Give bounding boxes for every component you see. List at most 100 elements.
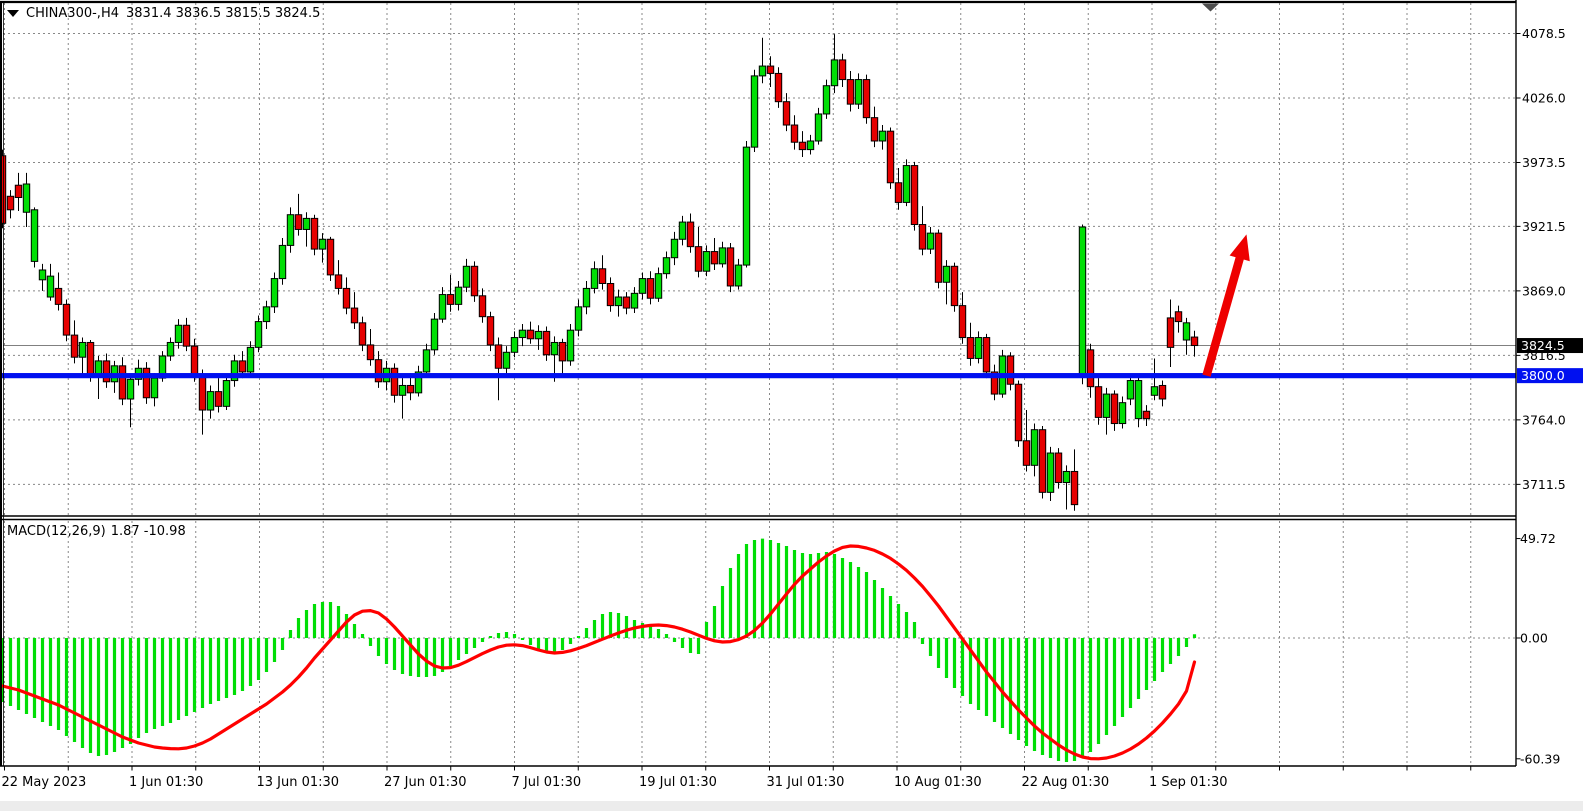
candle xyxy=(479,288,485,322)
candle xyxy=(279,238,285,285)
candle xyxy=(319,233,325,262)
candle xyxy=(855,73,861,109)
candle xyxy=(823,80,829,119)
candle xyxy=(687,213,693,252)
candle xyxy=(375,351,381,388)
candle xyxy=(607,277,613,311)
candle xyxy=(703,245,709,276)
price-axis-label: 4026.0 xyxy=(1522,90,1566,105)
macd-signal-line xyxy=(3,546,1195,759)
candle xyxy=(535,325,541,350)
candle xyxy=(935,229,941,288)
candle xyxy=(1031,424,1037,477)
candle xyxy=(1175,306,1181,333)
candle xyxy=(1119,397,1125,429)
candle xyxy=(439,287,445,323)
candle xyxy=(887,127,893,188)
candle xyxy=(1167,299,1173,367)
candle xyxy=(791,115,797,149)
candle xyxy=(671,232,677,265)
candle xyxy=(471,261,477,302)
candle xyxy=(175,319,181,348)
candle xyxy=(47,264,53,301)
candle xyxy=(135,360,141,386)
candle xyxy=(223,376,229,410)
candle xyxy=(967,323,973,366)
candle xyxy=(263,301,269,329)
support-level-badge: 3800.0 xyxy=(1517,368,1583,383)
candle xyxy=(39,264,45,291)
candle xyxy=(15,173,21,211)
price-axis-label: 3921.5 xyxy=(1522,219,1566,234)
candle xyxy=(919,206,925,255)
candle xyxy=(487,312,493,351)
candle xyxy=(927,227,933,254)
candle xyxy=(951,263,957,312)
candle xyxy=(847,71,853,112)
price-axis-label: 3711.5 xyxy=(1522,477,1566,492)
trend-arrow[interactable] xyxy=(1207,234,1250,375)
candle xyxy=(839,54,845,87)
candle xyxy=(503,346,509,375)
candle xyxy=(1007,352,1013,390)
chart-title: CHINA300-,H4 3831.4 3836.5 3815.5 3824.5 xyxy=(7,6,320,21)
candle xyxy=(783,93,789,131)
price-chart-canvas[interactable]: 4078.54026.03973.53921.53869.03816.53764… xyxy=(0,0,1583,811)
time-axis-label: 22 Aug 01:30 xyxy=(1022,775,1110,790)
candle xyxy=(511,331,517,357)
candle xyxy=(911,162,917,231)
candle xyxy=(1191,331,1197,357)
candle xyxy=(143,362,149,404)
candle xyxy=(79,338,85,377)
candle xyxy=(215,378,221,412)
candle xyxy=(431,313,437,355)
candle xyxy=(167,338,173,361)
candle xyxy=(759,38,765,83)
candle xyxy=(815,108,821,145)
svg-text:3824.5: 3824.5 xyxy=(1521,338,1565,353)
macd-axis-label: 0.00 xyxy=(1520,631,1548,646)
candle xyxy=(775,67,781,108)
candle xyxy=(871,107,877,148)
candle xyxy=(1095,378,1101,425)
candle xyxy=(247,341,253,375)
candle xyxy=(119,357,125,405)
candle xyxy=(463,259,469,292)
time-axis-label: 10 Aug 01:30 xyxy=(894,775,982,790)
support-line[interactable] xyxy=(0,373,1516,378)
candle xyxy=(991,365,997,401)
candle xyxy=(367,329,373,366)
candle xyxy=(735,259,741,290)
candle xyxy=(583,281,589,314)
candle xyxy=(663,252,669,279)
candle xyxy=(415,366,421,397)
candle xyxy=(199,369,205,434)
candle xyxy=(799,131,805,157)
price-axis-label: 4078.5 xyxy=(1522,26,1566,41)
candle xyxy=(863,75,869,124)
candle xyxy=(1127,374,1133,405)
ohlc-values-label: 3831.4 3836.5 3815.5 3824.5 xyxy=(126,6,320,21)
candle xyxy=(1063,465,1069,509)
candle xyxy=(1055,448,1061,489)
candle xyxy=(71,320,77,363)
candle xyxy=(695,227,701,277)
macd-name-label: MACD(12,26,9) xyxy=(7,524,106,539)
candle xyxy=(231,355,237,387)
candle xyxy=(903,159,909,206)
window-bottom-edge xyxy=(0,801,1583,811)
candle xyxy=(343,277,349,314)
candle xyxy=(743,141,749,268)
candle xyxy=(391,363,397,402)
candle xyxy=(1183,318,1189,355)
candle xyxy=(447,275,453,312)
candle xyxy=(1047,447,1053,501)
candle xyxy=(647,271,653,304)
svg-text:3800.0: 3800.0 xyxy=(1521,368,1565,383)
candle xyxy=(455,281,461,310)
candle xyxy=(975,331,981,363)
candle xyxy=(55,272,61,310)
scroll-marker-icon[interactable] xyxy=(1202,4,1219,12)
candle xyxy=(63,299,69,341)
macd-axis-label: -60.39 xyxy=(1520,751,1560,766)
